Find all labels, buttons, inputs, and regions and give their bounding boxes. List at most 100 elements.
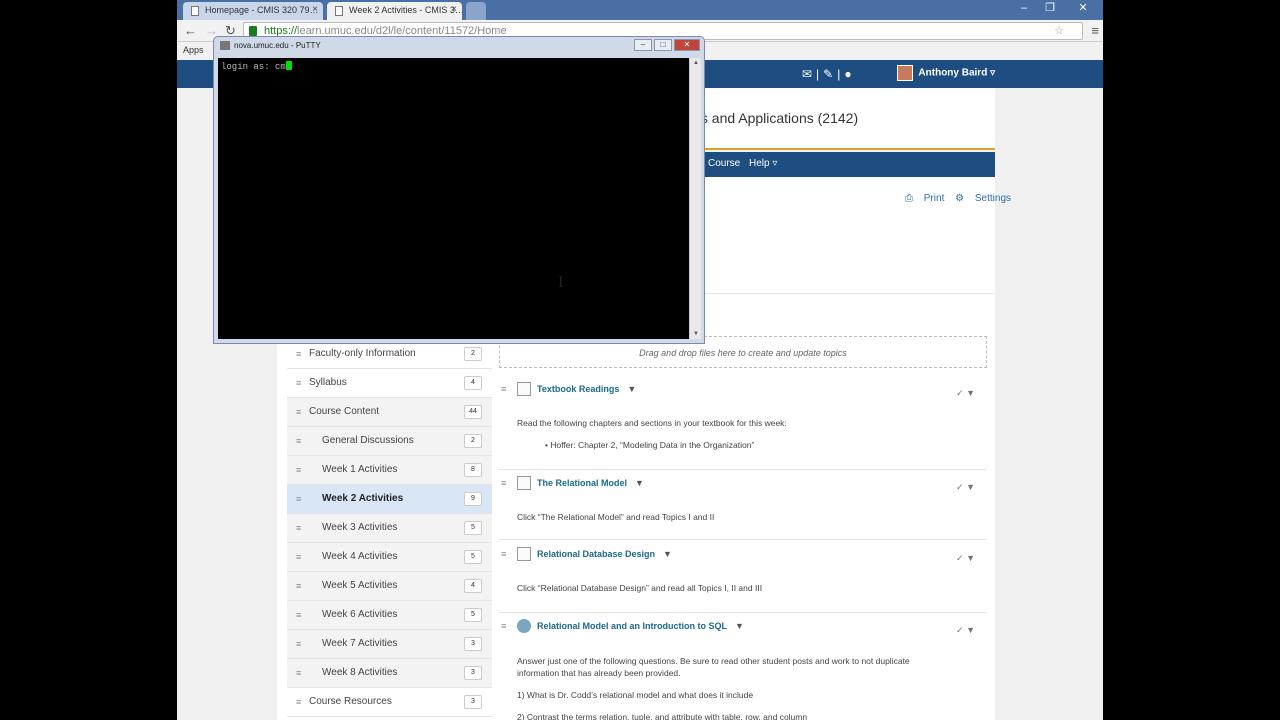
topic-title-text: Relational Database Design	[537, 549, 656, 559]
count-badge: 44	[464, 405, 482, 419]
user-menu[interactable]: Anthony Baird ▿	[897, 65, 995, 81]
chevron-down-icon[interactable]: ▼	[635, 478, 644, 488]
drag-handle-icon[interactable]: ≡	[296, 610, 301, 620]
restore-icon[interactable]: ❐	[1037, 0, 1063, 18]
toc-label: General Discussions	[322, 435, 414, 446]
terminal-screen[interactable]: login as: cm	[218, 58, 689, 339]
toc-item[interactable]: ≡ Week 1 Activities 8	[287, 456, 492, 485]
count-badge: 2	[464, 347, 482, 361]
drag-handle-icon[interactable]: ≡	[296, 436, 301, 446]
toc-item[interactable]: ≡ Faculty-only Information 2	[287, 340, 492, 369]
toc-item[interactable]: ≡ Week 4 Activities 5	[287, 543, 492, 572]
drag-handle-icon[interactable]: ≡	[296, 523, 301, 533]
count-badge: 5	[464, 550, 482, 564]
apps-shortcut[interactable]: Apps	[183, 45, 204, 55]
topic-title[interactable]: Textbook Readings ▼	[537, 384, 636, 394]
drag-handle-icon[interactable]: ≡	[296, 552, 301, 562]
login-prompt: login as: cm	[221, 62, 286, 72]
nav-course[interactable]: Course	[708, 158, 740, 169]
toc-label: Week 3 Activities	[322, 522, 398, 533]
close-icon[interactable]: ✕	[674, 39, 700, 51]
drag-handle-icon[interactable]: ≡	[296, 639, 301, 649]
link-icon	[517, 476, 531, 490]
topic-title[interactable]: The Relational Model ▼	[537, 478, 644, 488]
drag-handle-icon[interactable]: ≡	[296, 378, 301, 388]
close-window-icon[interactable]: ✕	[1063, 0, 1103, 18]
lock-icon	[249, 26, 257, 36]
drag-handle-icon[interactable]: ≡	[296, 697, 301, 707]
drag-handle-icon[interactable]: ≡	[501, 478, 506, 488]
checkmark-icon[interactable]: ✓ ▼	[956, 553, 975, 564]
back-icon[interactable]: ←	[184, 23, 197, 38]
drag-handle-icon[interactable]: ≡	[296, 581, 301, 591]
print-label: Print	[923, 193, 945, 204]
close-tab-icon[interactable]: ×	[312, 4, 318, 15]
toc-item[interactable]: ≡ Course Content 44	[287, 398, 492, 427]
new-tab-button[interactable]	[466, 2, 486, 20]
topic-description: information that has already been provid…	[517, 668, 681, 678]
count-badge: 2	[464, 434, 482, 448]
toc-item[interactable]: ≡ Week 6 Activities 5	[287, 601, 492, 630]
chevron-down-icon[interactable]: ▼	[663, 549, 672, 559]
topic-item[interactable]: ≡ Relational Database Design ▼ ✓ ▼ Click …	[499, 547, 987, 613]
drag-handle-icon[interactable]: ≡	[296, 668, 301, 678]
topic-title[interactable]: Relational Model and an Introduction to …	[537, 621, 744, 631]
tab-bar: Homepage - CMIS 320 79… × Week 2 Activit…	[177, 0, 1103, 20]
tab-homepage[interactable]: Homepage - CMIS 320 79… ×	[183, 2, 323, 20]
count-badge: 5	[464, 608, 482, 622]
terminal-line: login as: cm	[221, 61, 292, 72]
drag-handle-icon[interactable]: ≡	[296, 407, 301, 417]
toc-label: Course Content	[309, 406, 380, 417]
topic-description: Read the following chapters and sections…	[517, 418, 787, 428]
settings-button[interactable]: ⚙ Settings	[955, 193, 1011, 204]
chevron-down-icon[interactable]: ▼	[735, 621, 744, 631]
checkmark-icon[interactable]: ✓ ▼	[956, 482, 975, 493]
maximize-icon[interactable]: □	[654, 39, 672, 51]
count-badge: 8	[464, 463, 482, 477]
topic-title[interactable]: Relational Database Design ▼	[537, 549, 672, 559]
link-icon	[517, 547, 531, 561]
toc-item[interactable]: ≡ Week 8 Activities 3	[287, 659, 492, 688]
drag-handle-icon[interactable]: ≡	[501, 384, 506, 394]
nav-help[interactable]: Help ▿	[749, 158, 777, 169]
discussion-icon	[517, 619, 531, 633]
drag-handle-icon[interactable]: ≡	[296, 349, 301, 359]
toc-item[interactable]: ≡ Syllabus 4	[287, 369, 492, 398]
minimize-icon[interactable]: –	[634, 39, 652, 51]
checkmark-icon[interactable]: ✓ ▼	[956, 625, 975, 636]
toc-item-active[interactable]: ≡ Week 2 Activities 9	[287, 485, 492, 514]
count-badge: 4	[464, 579, 482, 593]
drag-handle-icon[interactable]: ≡	[296, 494, 301, 504]
drag-handle-icon[interactable]: ≡	[501, 549, 506, 559]
count-badge: 9	[464, 492, 482, 506]
toc-item[interactable]: ≡ Course Resources 3	[287, 688, 492, 717]
toc-item[interactable]: ≡ Week 3 Activities 5	[287, 514, 492, 543]
toc-label: Week 6 Activities	[322, 609, 398, 620]
avatar	[897, 65, 913, 81]
topic-item[interactable]: ≡ Textbook Readings ▼ ✓ ▼ Read the follow…	[499, 382, 987, 470]
scroll-down-icon[interactable]: ▼	[693, 331, 699, 337]
checkmark-icon[interactable]: ✓ ▼	[956, 388, 975, 399]
menu-icon[interactable]: ≡	[1091, 23, 1099, 38]
tab-title: Week 2 Activities - CMIS 3…	[349, 5, 462, 15]
tab-week2-activities[interactable]: Week 2 Activities - CMIS 3… ×	[327, 2, 462, 20]
topic-item[interactable]: ≡ Relational Model and an Introduction t…	[499, 619, 987, 720]
star-icon[interactable]: ☆	[1054, 24, 1064, 37]
putty-window[interactable]: nova.umuc.edu - PuTTY – □ ✕ login as: cm…	[213, 36, 705, 344]
count-badge: 4	[464, 376, 482, 390]
terminal-scrollbar[interactable]: ▲ ▼	[689, 58, 701, 339]
topic-item[interactable]: ≡ The Relational Model ▼ ✓ ▼ Click “The R…	[499, 476, 987, 540]
close-tab-icon[interactable]: ×	[451, 4, 457, 15]
toc-item[interactable]: ≡ Week 5 Activities 4	[287, 572, 492, 601]
notification-icons[interactable]: ✉|✎|●	[802, 67, 856, 81]
minimize-icon[interactable]: –	[1011, 0, 1037, 18]
drag-handle-icon[interactable]: ≡	[501, 621, 506, 631]
toc-item[interactable]: ≡ Week 7 Activities 3	[287, 630, 492, 659]
scroll-up-icon[interactable]: ▲	[693, 60, 699, 66]
topic-bullet: • Hoffer: Chapter 2, “Modeling Data in t…	[545, 440, 755, 450]
chevron-down-icon[interactable]: ▼	[627, 384, 636, 394]
print-button[interactable]: ⎙ Print	[905, 193, 944, 204]
drag-handle-icon[interactable]: ≡	[296, 465, 301, 475]
toc-label: Week 2 Activities	[322, 493, 404, 504]
toc-item[interactable]: ≡ General Discussions 2	[287, 427, 492, 456]
